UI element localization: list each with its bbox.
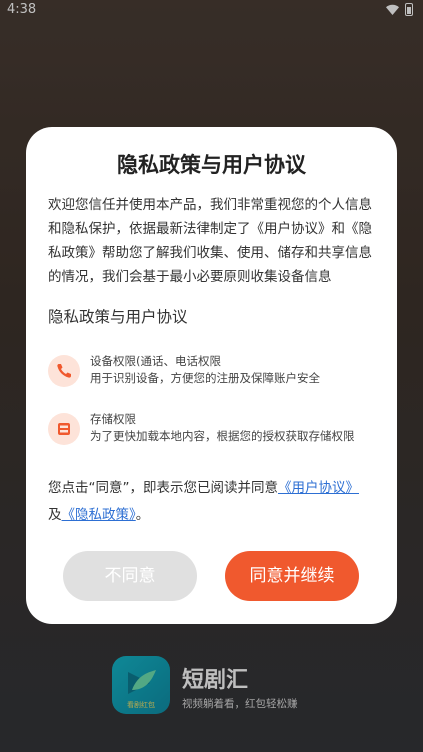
permission-icon-bg [48, 355, 80, 387]
permission-item-device: 设备权限(通话、电话权限 用于识别设备，方便您的注册及保障账户安全 [48, 351, 378, 389]
phone-icon [57, 364, 71, 378]
dialog-body-text[interactable]: 欢迎您信任并使用本产品，我们非常重视您的个人信息和隐私保护，依据最新法律制定了《… [48, 193, 376, 287]
agreement-suffix: 。 [135, 507, 150, 523]
permission-desc: 为了更快加载本地内容，根据您的授权获取存储权限 [90, 429, 355, 443]
storage-icon [58, 423, 70, 435]
agreement-mid: 及 [48, 507, 62, 523]
dialog-title: 隐私政策与用户协议 [117, 153, 306, 177]
permission-desc: 用于识别设备，方便您的注册及保障账户安全 [90, 371, 320, 385]
privacy-policy-link[interactable]: 《隐私政策》 [62, 507, 136, 523]
permission-title: 设备权限(通话、电话权限 [90, 354, 221, 368]
permission-icon-bg [48, 413, 80, 445]
section-title: 隐私政策与用户协议 [48, 308, 188, 326]
agreement-prefix: 您点击“同意”，即表示您已阅读并同意 [48, 480, 278, 496]
decline-button[interactable]: 不同意 [63, 551, 197, 601]
accept-button[interactable]: 同意并继续 [225, 551, 359, 601]
user-agreement-link[interactable]: 《用户协议》 [278, 480, 359, 496]
privacy-dialog: 隐私政策与用户协议 欢迎您信任并使用本产品，我们非常重视您的个人信息和隐私保护，… [26, 127, 397, 624]
permission-item-storage: 存储权限 为了更快加载本地内容，根据您的授权获取存储权限 [48, 409, 378, 447]
agreement-text: 您点击“同意”，即表示您已阅读并同意《用户协议》 及《隐私政策》。 [48, 475, 378, 529]
permission-title: 存储权限 [90, 412, 136, 426]
